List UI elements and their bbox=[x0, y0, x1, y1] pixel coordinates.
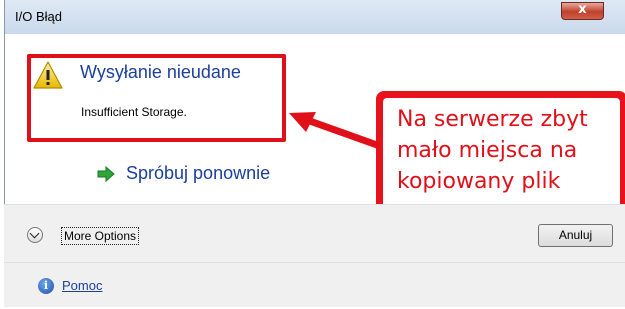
cancel-button[interactable]: Anuluj bbox=[538, 224, 613, 247]
highlight-box bbox=[27, 54, 286, 142]
expand-button[interactable] bbox=[27, 227, 43, 243]
more-options-toggle[interactable]: More Options bbox=[61, 227, 140, 245]
help-bar: i Pomoc bbox=[4, 262, 625, 307]
help-link[interactable]: Pomoc bbox=[62, 278, 102, 293]
annotation-callout: Na serwerze zbyt mało miejsca na kopiowa… bbox=[376, 91, 625, 222]
close-icon: x bbox=[578, 2, 587, 17]
chevron-down-icon bbox=[29, 228, 40, 239]
info-icon: i bbox=[38, 278, 54, 294]
annotation-arrow bbox=[289, 112, 380, 149]
title-bar: I/O Błąd x bbox=[5, 0, 625, 34]
dialog-content: Wysyłanie nieudane Insufficient Storage.… bbox=[5, 34, 625, 222]
options-bar: More Options Anuluj bbox=[4, 204, 625, 262]
annotation-callout-inner: Na serwerze zbyt mało miejsca na kopiowa… bbox=[383, 98, 620, 215]
close-button[interactable]: x bbox=[561, 2, 604, 20]
annotation-text: Na serwerze zbyt mało miejsca na kopiowa… bbox=[397, 107, 588, 194]
window-title: I/O Błąd bbox=[15, 9, 62, 24]
green-arrow-icon bbox=[97, 166, 115, 182]
retry-link[interactable]: Spróbuj ponownie bbox=[126, 163, 270, 184]
